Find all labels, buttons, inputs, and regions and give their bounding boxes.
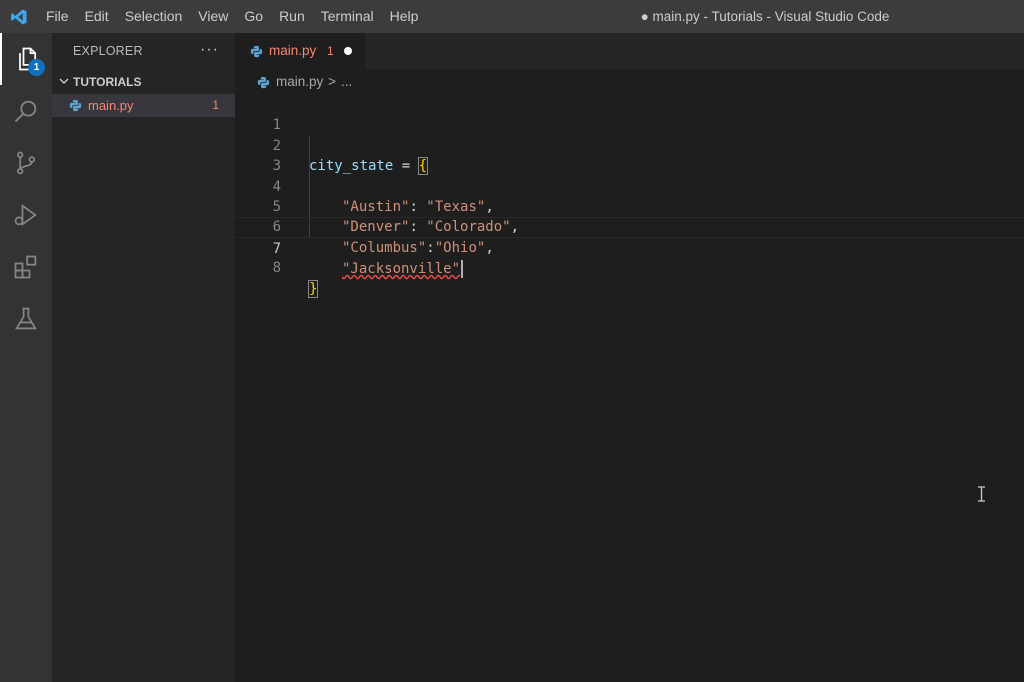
code-line: 2 city_state = { bbox=[235, 115, 1024, 176]
dict-key-error: "Jacksonville" bbox=[342, 261, 461, 278]
line-number: 8 bbox=[272, 260, 281, 277]
file-item-main-py[interactable]: main.py 1 bbox=[52, 94, 235, 117]
vscode-logo-icon bbox=[11, 9, 27, 24]
menu-edit[interactable]: Edit bbox=[77, 0, 117, 33]
mouse-ibeam-cursor-icon bbox=[978, 486, 985, 502]
close-brace: } bbox=[307, 279, 319, 298]
activity-extensions[interactable] bbox=[0, 241, 52, 293]
code-line: 5 "Denver": "Colorado", bbox=[235, 177, 1024, 235]
folder-label: TUTORIALS bbox=[73, 75, 142, 89]
file-name: main.py bbox=[88, 98, 134, 113]
text-cursor bbox=[461, 260, 464, 279]
activity-explorer[interactable]: 1 bbox=[0, 33, 52, 85]
title-bar: File Edit Selection View Go Run Terminal… bbox=[0, 0, 1024, 33]
code-line-current: 7 "Jacksonville" bbox=[235, 217, 1024, 279]
run-debug-icon bbox=[14, 203, 37, 227]
more-actions-icon[interactable]: ··· bbox=[200, 33, 219, 67]
activity-search[interactable] bbox=[0, 85, 52, 137]
unsaved-dot-icon[interactable] bbox=[344, 47, 352, 55]
window-title: ● main.py - Tutorials - Visual Studio Co… bbox=[640, 9, 890, 24]
tab-label: main.py bbox=[269, 43, 317, 58]
python-file-icon bbox=[250, 45, 263, 58]
tab-bar: main.py 1 bbox=[235, 33, 1024, 69]
folder-tutorials[interactable]: TUTORIALS bbox=[52, 71, 235, 93]
source-control-icon bbox=[16, 151, 36, 175]
menu-help[interactable]: Help bbox=[382, 0, 427, 33]
python-file-icon bbox=[69, 99, 82, 112]
activity-bar: 1 bbox=[0, 33, 52, 682]
testing-icon bbox=[15, 307, 37, 330]
sidebar-title: EXPLORER bbox=[73, 44, 143, 58]
code-line: 4 "Austin": "Texas", bbox=[235, 156, 1024, 215]
breadcrumb-symbols[interactable]: ... bbox=[341, 69, 352, 95]
activity-source-control[interactable] bbox=[0, 137, 52, 189]
code-line: 8 } bbox=[235, 238, 1024, 298]
breadcrumb-separator: > bbox=[328, 74, 336, 89]
code-line: 3 bbox=[235, 136, 1024, 174]
explorer-badge: 1 bbox=[28, 59, 45, 76]
menu-go[interactable]: Go bbox=[236, 0, 271, 33]
menu-bar: File Edit Selection View Go Run Terminal… bbox=[38, 0, 426, 33]
python-file-icon bbox=[257, 76, 270, 89]
breadcrumb-file[interactable]: main.py bbox=[276, 69, 323, 95]
menu-selection[interactable]: Selection bbox=[117, 0, 191, 33]
tab-main-py[interactable]: main.py 1 bbox=[235, 33, 365, 69]
search-icon bbox=[14, 100, 37, 123]
menu-terminal[interactable]: Terminal bbox=[313, 0, 382, 33]
problem-count: 1 bbox=[212, 98, 219, 112]
explorer-sidebar: EXPLORER ··· TUTORIALS main.py 1 bbox=[52, 33, 235, 682]
tab-problem-count: 1 bbox=[327, 44, 334, 58]
menu-run[interactable]: Run bbox=[271, 0, 313, 33]
code-editor[interactable]: 1 2 city_state = { 3 4 "Austin": "Texas"… bbox=[235, 95, 1024, 682]
activity-testing[interactable] bbox=[0, 293, 52, 345]
menu-file[interactable]: File bbox=[38, 0, 77, 33]
breadcrumb: main.py > ... bbox=[235, 69, 1024, 95]
menu-view[interactable]: View bbox=[190, 0, 236, 33]
extensions-icon bbox=[14, 255, 37, 279]
code-line: 1 bbox=[235, 95, 1024, 133]
activity-run-debug[interactable] bbox=[0, 189, 52, 241]
code-line: 6 "Columbus":"Ohio", bbox=[235, 197, 1024, 255]
